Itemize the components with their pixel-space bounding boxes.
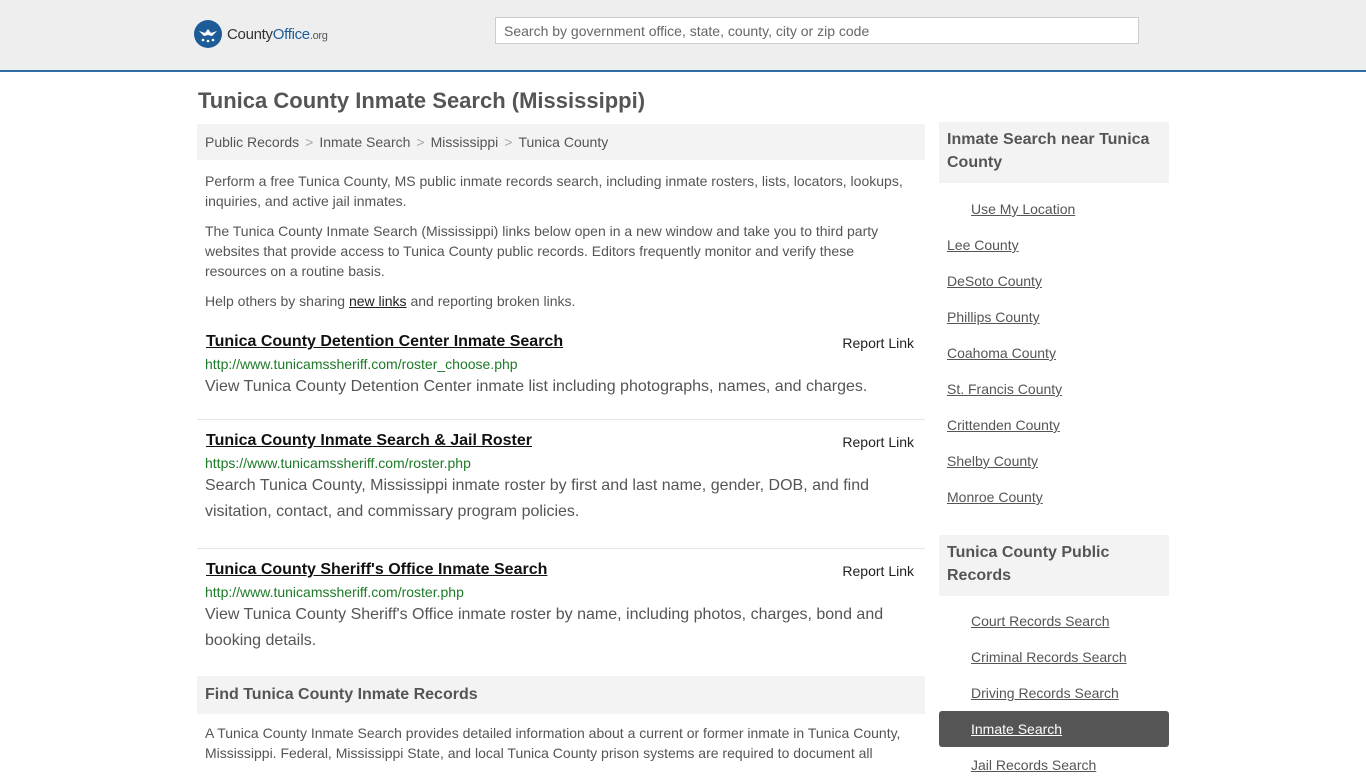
nearby-county-link[interactable]: Coahoma County	[939, 345, 1056, 361]
nearby-county-link[interactable]: Crittenden County	[939, 417, 1060, 433]
list-item: Tunica County Sheriff's Office Inmate Se…	[197, 549, 925, 677]
nearby-list: Use My Location Lee County DeSoto County…	[939, 191, 1169, 515]
nearby-county-link[interactable]: Monroe County	[939, 489, 1043, 505]
list-item: Phillips County	[939, 299, 1169, 335]
breadcrumb: Public Records > Inmate Search > Mississippi…	[197, 124, 925, 160]
top-bar: CountyOffice.org	[0, 0, 1366, 72]
list-item: Tunica County Inmate Search & Jail Roste…	[197, 420, 925, 549]
nearby-county-link[interactable]: DeSoto County	[939, 273, 1042, 289]
list-item: DeSoto County	[939, 263, 1169, 299]
site-logo[interactable]: CountyOffice.org	[194, 20, 328, 48]
public-records-list: Court Records Search Criminal Records Se…	[939, 603, 1169, 783]
breadcrumb-public-records[interactable]: Public Records	[205, 134, 299, 150]
list-item: Monroe County	[939, 479, 1169, 515]
new-links-link[interactable]: new links	[349, 293, 407, 309]
nearby-county-link[interactable]: Shelby County	[939, 453, 1038, 469]
resource-description: Search Tunica County, Mississippi inmate…	[205, 477, 870, 520]
report-link-button[interactable]: Report Link	[842, 335, 914, 351]
criminal-records-link[interactable]: Criminal Records Search	[939, 649, 1127, 665]
breadcrumb-tunica-county[interactable]: Tunica County	[518, 134, 608, 150]
resource-url: http://www.tunicamssheriff.com/roster_ch…	[205, 356, 518, 372]
public-records-heading: Tunica County Public Records	[939, 535, 1169, 596]
driving-records-link[interactable]: Driving Records Search	[939, 685, 1119, 701]
resource-url: https://www.tunicamssheriff.com/roster.p…	[205, 455, 471, 471]
list-item: Court Records Search	[939, 603, 1169, 639]
find-records-text: A Tunica County Inmate Search provides d…	[205, 725, 901, 761]
list-item: Use My Location	[939, 191, 1169, 227]
list-item: Tunica County Detention Center Inmate Se…	[197, 331, 925, 420]
resource-link-title[interactable]: Tunica County Detention Center Inmate Se…	[205, 333, 917, 351]
sidebar: Inmate Search near Tunica County Use My …	[939, 122, 1169, 783]
nearby-heading: Inmate Search near Tunica County	[939, 122, 1169, 183]
resource-links: Tunica County Detention Center Inmate Se…	[197, 331, 925, 677]
list-item: Lee County	[939, 227, 1169, 263]
list-item: Shelby County	[939, 443, 1169, 479]
list-item-active: Inmate Search	[939, 711, 1169, 747]
report-link-button[interactable]: Report Link	[842, 434, 914, 450]
nearby-county-link[interactable]: Lee County	[939, 237, 1019, 253]
list-item: Coahoma County	[939, 335, 1169, 371]
list-item: Crittenden County	[939, 407, 1169, 443]
report-link-button[interactable]: Report Link	[842, 563, 914, 579]
eagle-seal-icon	[194, 20, 222, 48]
intro-paragraph: Perform a free Tunica County, MS public …	[205, 173, 903, 209]
list-item: Driving Records Search	[939, 675, 1169, 711]
share-paragraph: Help others by sharing new links and rep…	[205, 291, 917, 311]
resource-url: http://www.tunicamssheriff.com/roster.ph…	[205, 584, 464, 600]
list-item: St. Francis County	[939, 371, 1169, 407]
list-item: Jail Records Search	[939, 747, 1169, 783]
resource-description: View Tunica County Detention Center inma…	[205, 378, 868, 395]
logo-wordmark: CountyOffice.org	[227, 25, 328, 43]
nearby-county-link[interactable]: Phillips County	[939, 309, 1040, 325]
nearby-county-link[interactable]: St. Francis County	[939, 381, 1062, 397]
breadcrumb-inmate-search[interactable]: Inmate Search	[319, 134, 410, 150]
intro-text: Perform a free Tunica County, MS public …	[197, 171, 925, 311]
resource-link-title[interactable]: Tunica County Inmate Search & Jail Roste…	[205, 432, 917, 450]
court-records-link[interactable]: Court Records Search	[939, 613, 1110, 629]
disclaimer-paragraph: The Tunica County Inmate Search (Mississ…	[205, 223, 879, 279]
use-my-location-link[interactable]: Use My Location	[939, 201, 1075, 217]
find-records-heading: Find Tunica County Inmate Records	[197, 676, 925, 714]
search-input[interactable]	[495, 17, 1139, 44]
breadcrumb-separator: >	[504, 134, 513, 150]
inmate-search-link[interactable]: Inmate Search	[939, 721, 1062, 737]
breadcrumb-separator: >	[416, 134, 425, 150]
main-content: Public Records > Inmate Search > Mississippi…	[197, 124, 925, 677]
share-text: Help others by sharing	[205, 293, 349, 309]
jail-records-link[interactable]: Jail Records Search	[939, 757, 1096, 773]
page-title: Tunica County Inmate Search (Mississippi…	[198, 88, 646, 113]
resource-link-title[interactable]: Tunica County Sheriff's Office Inmate Se…	[205, 561, 917, 579]
share-text-end: and reporting broken links.	[406, 293, 576, 309]
breadcrumb-separator: >	[305, 134, 314, 150]
resource-description: View Tunica County Sheriff's Office inma…	[205, 606, 884, 649]
breadcrumb-mississippi[interactable]: Mississippi	[431, 134, 499, 150]
list-item: Criminal Records Search	[939, 639, 1169, 675]
